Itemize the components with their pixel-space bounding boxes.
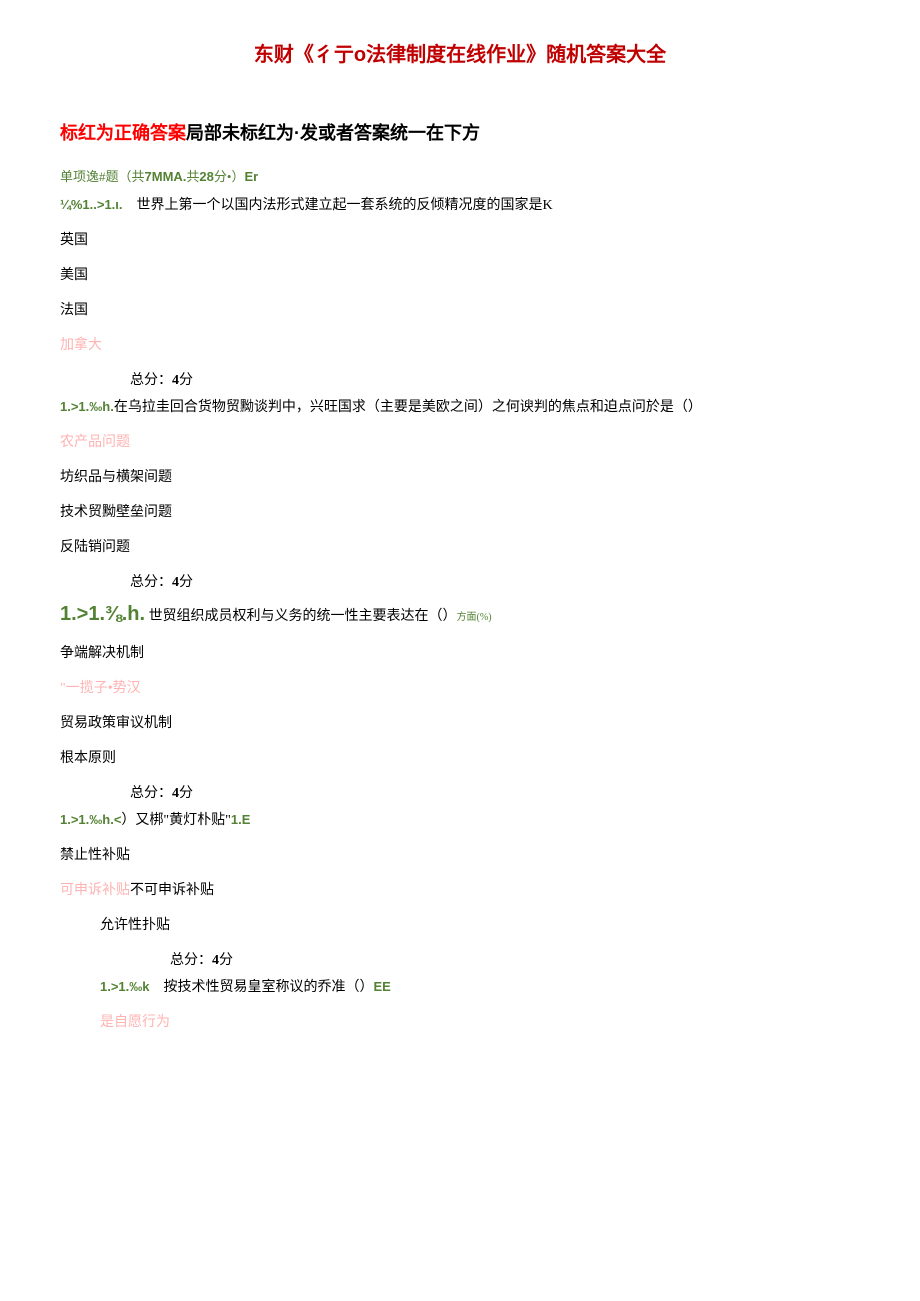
q3-option-d: 根本原则 xyxy=(60,748,860,769)
question-5: 1.>1.‰k 按技术性贸易皇室称议的乔准（）EE xyxy=(100,977,860,998)
q2-option-a: 农产品问题 xyxy=(60,432,860,453)
q1-tail: K xyxy=(543,198,553,213)
q4-option-mixed: 可申诉补贴不可申诉补贴 xyxy=(60,880,860,901)
q3-tail: 方面(%) xyxy=(457,612,492,623)
notice-black: 局部未标红为·发或者答案统一在下方 xyxy=(186,123,480,143)
q2-score: 总分：4分 xyxy=(130,572,860,593)
q1-option-b: 美国 xyxy=(60,265,860,286)
q4-correct: 可申诉补贴 xyxy=(60,883,130,898)
q1-option-d: 加拿大 xyxy=(60,335,860,356)
question-4: 1.>1.‰h.<）又梆"黄灯朴贴"1.E xyxy=(60,810,860,831)
document-title: 东财《彳亍o法律制度在线作业》随机答案大全 xyxy=(60,40,860,70)
q3-score: 总分：4分 xyxy=(130,783,860,804)
notice-red: 标红为正确答案 xyxy=(60,123,186,143)
q1-score: 总分：4分 xyxy=(130,370,860,391)
question-3: 1.>1.⅜.h. 世贸组织成员权利与义务的统一性主要表达在（）方面(%) xyxy=(60,599,860,629)
q1-number: ¼%1..>1.ι. xyxy=(60,197,123,212)
q2-option-c: 技术贸黝壁垒问题 xyxy=(60,502,860,523)
q4-option-a: 禁止性补贴 xyxy=(60,845,860,866)
q3-option-c: 贸易政策审议机制 xyxy=(60,713,860,734)
q4-number: 1.>1.‰h.< xyxy=(60,812,121,827)
q1-option-a: 英国 xyxy=(60,230,860,251)
question-2: 1.>1.‰h.在乌拉圭回合货物贸黝谈判中，兴旺国求（主要是美欧之间）之何谀判的… xyxy=(60,397,860,418)
q4-option-d: 允许性扑贴 xyxy=(100,915,860,936)
q1-text: 世界上第一个以国内法形式建立起一套系统的反倾精况度的国家是 xyxy=(137,198,543,213)
q4-score: 总分：4分 xyxy=(170,950,860,971)
notice-line: 标红为正确答案局部未标红为·发或者答案统一在下方 xyxy=(60,120,860,147)
q4-tail: 1.E xyxy=(231,812,251,827)
q4-rest: 不可申诉补贴 xyxy=(130,883,214,898)
q3-text: 世贸组织成员权利与义务的统一性主要表达在（） xyxy=(149,609,457,624)
q5-tail: EE xyxy=(374,979,391,994)
q3-option-a: 争端解决机制 xyxy=(60,643,860,664)
q2-number: 1.>1.‰h. xyxy=(60,399,114,414)
q5-text: 按技术性贸易皇室称议的乔准（） xyxy=(164,980,374,995)
q2-option-b: 坊织品与横架间题 xyxy=(60,467,860,488)
q3-option-b: "一揽子•势汉 xyxy=(60,678,860,699)
q3-number: 1.>1.⅜.h. xyxy=(60,603,145,625)
q4-text: ）又梆"黄灯朴贴" xyxy=(121,813,230,828)
section-header: 单项逸#题（共7MMA.共28分•）Er xyxy=(60,167,860,187)
q5-option-a: 是自愿行为 xyxy=(100,1012,860,1033)
q1-option-c: 法国 xyxy=(60,300,860,321)
q2-option-d: 反陆销问题 xyxy=(60,537,860,558)
q5-number: 1.>1.‰k xyxy=(100,979,150,994)
question-1: ¼%1..>1.ι. 世界上第一个以国内法形式建立起一套系统的反倾精况度的国家是… xyxy=(60,195,860,216)
q2-text: 在乌拉圭回合货物贸黝谈判中，兴旺国求（主要是美欧之间）之何谀判的焦点和迫点问於是… xyxy=(114,400,702,415)
